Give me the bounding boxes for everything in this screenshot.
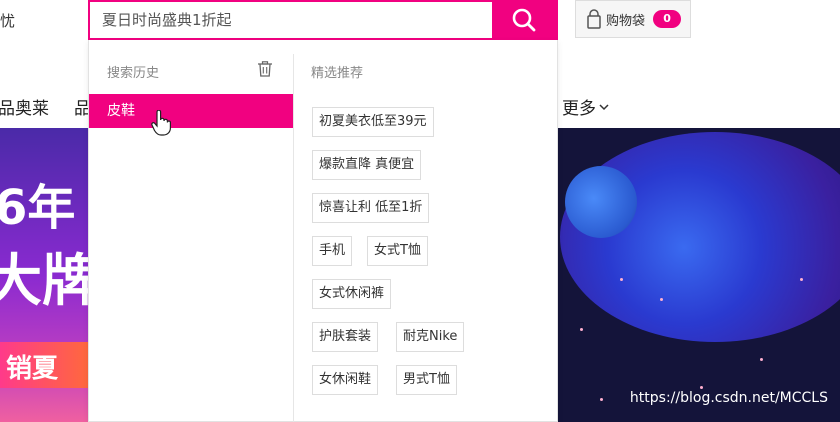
recommend-tag[interactable]: 爆款直降 真便宜	[312, 150, 422, 180]
search-history-title: 搜索历史	[107, 66, 160, 81]
trash-icon[interactable]	[257, 61, 273, 77]
recommend-tag[interactable]: 女休闲鞋	[312, 365, 379, 395]
recommend-tag[interactable]: 手机	[312, 236, 353, 266]
star-dot	[600, 398, 603, 401]
banner-text: 销夏	[6, 354, 59, 384]
recommend-tag[interactable]: 女式休闲裤	[312, 279, 392, 309]
search-icon	[512, 8, 536, 32]
nav-item[interactable]: 品奥莱	[0, 94, 49, 119]
nav-more-button[interactable]: 更多	[562, 94, 609, 119]
recommend-tag[interactable]: 耐克Nike	[396, 322, 465, 352]
cart-count-badge: 0	[653, 10, 682, 28]
shopping-bag-icon	[587, 9, 601, 29]
moon-illustration	[565, 166, 637, 238]
star-dot	[620, 278, 623, 281]
star-dot	[800, 278, 803, 281]
banner-text: 大牌	[0, 249, 98, 314]
recommend-tag[interactable]: 男式T恤	[396, 365, 457, 395]
hand-pointer-icon	[151, 110, 171, 136]
recommend-tag[interactable]: 女式T恤	[367, 236, 428, 266]
recommend-title: 精选推荐	[311, 66, 364, 81]
star-dot	[760, 358, 763, 361]
watermark-text: https://blog.csdn.net/MCCLS	[629, 390, 828, 406]
search-input[interactable]	[90, 2, 492, 38]
chevron-down-icon	[599, 103, 609, 110]
search-button[interactable]	[492, 2, 556, 38]
header-left-text: 忧	[0, 12, 16, 30]
recommend-tag[interactable]: 护肤套装	[312, 322, 379, 352]
banner-text: 6年	[0, 180, 76, 236]
cart-label: 购物袋	[606, 13, 646, 29]
search-dropdown: 搜索历史 皮鞋 精选推荐 初夏美衣低至39元 爆款直降 真便宜 惊喜让利 低至1…	[88, 40, 558, 422]
recommend-tag[interactable]: 惊喜让利 低至1折	[312, 193, 430, 223]
star-dot	[700, 386, 703, 389]
recommend-tag[interactable]: 初夏美衣低至39元	[312, 107, 434, 137]
cart-button[interactable]: 购物袋 0	[575, 0, 691, 38]
search-box	[88, 0, 558, 40]
search-history-column: 搜索历史 皮鞋	[89, 40, 293, 421]
star-dot	[580, 328, 583, 331]
star-dot	[660, 298, 663, 301]
column-divider	[293, 54, 294, 422]
search-history-item[interactable]: 皮鞋	[89, 94, 293, 128]
nav-more-label: 更多	[562, 99, 596, 119]
